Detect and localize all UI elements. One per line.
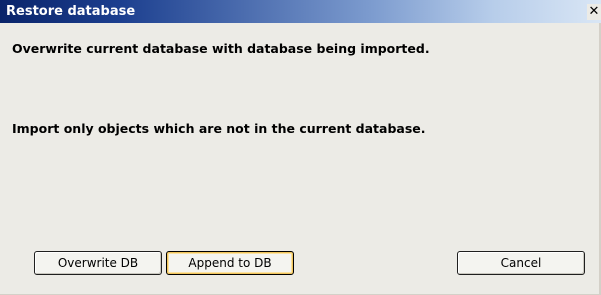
cancel-button[interactable]: Cancel	[457, 251, 585, 275]
dialog-titlebar[interactable]: Restore database ✕	[0, 0, 601, 23]
overwrite-description: Overwrite current database with database…	[12, 41, 430, 56]
dialog-title: Restore database	[6, 4, 136, 19]
overwrite-db-button[interactable]: Overwrite DB	[34, 251, 162, 275]
restore-database-dialog: Restore database ✕ Overwrite current dat…	[0, 0, 601, 295]
close-icon[interactable]: ✕	[587, 4, 601, 20]
append-to-db-button[interactable]: Append to DB	[166, 251, 294, 275]
append-description: Import only objects which are not in the…	[12, 121, 426, 136]
